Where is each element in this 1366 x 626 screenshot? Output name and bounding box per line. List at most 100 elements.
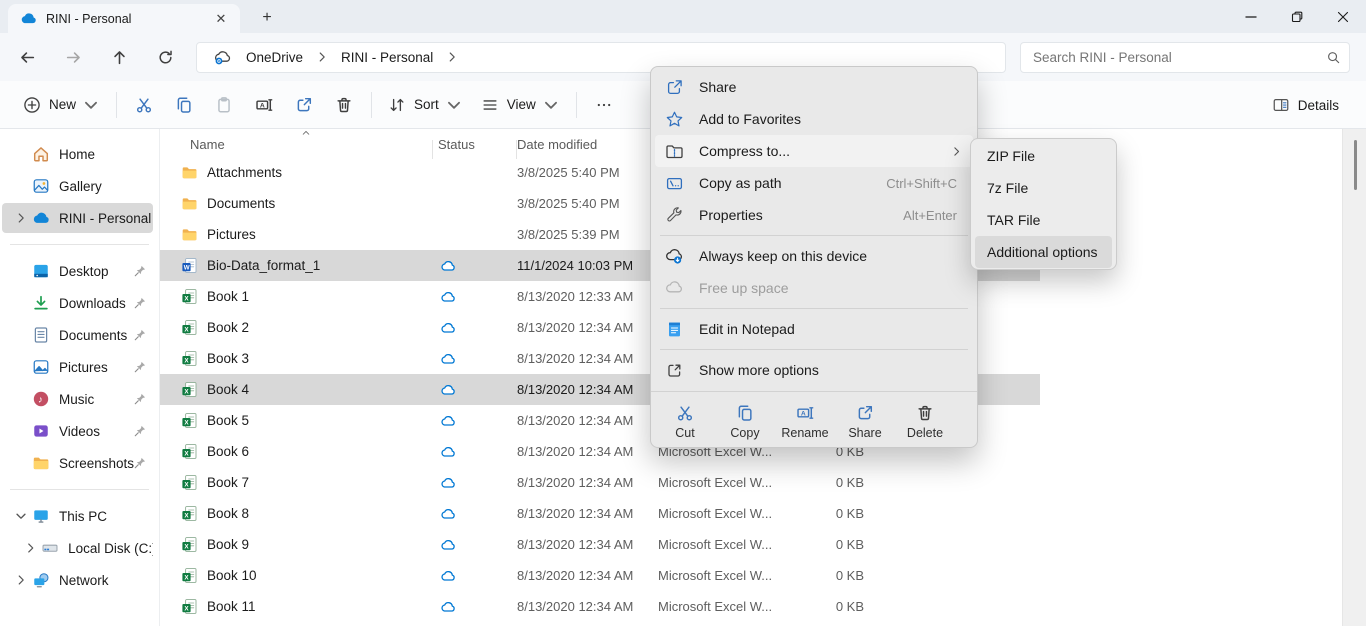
status-cell <box>433 219 517 250</box>
new-button[interactable]: New <box>14 88 109 122</box>
sort-button[interactable]: Sort <box>379 88 472 122</box>
chevron-right-icon[interactable] <box>20 541 41 555</box>
menu-item-edit-in-notepad[interactable]: Edit in Notepad <box>655 313 973 345</box>
close-button[interactable] <box>1320 0 1366 33</box>
forward-button[interactable] <box>56 40 90 74</box>
column-header-date-modified[interactable]: Date modified <box>517 137 658 152</box>
new-tab-button[interactable]: + <box>254 5 280 31</box>
sidebar-item-pictures[interactable]: Pictures <box>2 352 153 382</box>
submenu-item-7z-file[interactable]: 7z File <box>975 172 1112 204</box>
table-row[interactable]: X Book 7 8/13/2020 12:34 AM Microsoft Ex… <box>160 467 1040 498</box>
chevron-right-icon[interactable] <box>10 573 32 587</box>
menu-item-copy-as-path[interactable]: Copy as path Ctrl+Shift+C <box>655 167 973 199</box>
menu-item-show-more-options[interactable]: Show more options <box>655 354 973 386</box>
scrollbar-thumb[interactable] <box>1354 140 1357 190</box>
file-name: Book 1 <box>207 289 249 304</box>
sidebar-item-screenshots[interactable]: Screenshots <box>2 448 153 478</box>
cloud-status-icon <box>440 599 456 615</box>
maximize-button[interactable] <box>1274 0 1320 33</box>
chevron-icon[interactable] <box>10 264 32 278</box>
file-name: Attachments <box>207 165 282 180</box>
sidebar-item-desktop[interactable]: Desktop <box>2 256 153 286</box>
sort-icon <box>388 96 406 114</box>
cut-action-button[interactable]: Cut <box>655 396 715 447</box>
column-header-name[interactable]: Name <box>160 137 433 152</box>
onedrive-sync-icon <box>213 48 232 67</box>
table-row[interactable]: X Book 9 8/13/2020 12:34 AM Microsoft Ex… <box>160 529 1040 560</box>
menu-item-add-to-favorites[interactable]: Add to Favorites <box>655 103 973 135</box>
details-label: Details <box>1298 98 1339 113</box>
action-label: Cut <box>675 426 694 440</box>
breadcrumb-onedrive[interactable]: OneDrive <box>242 47 307 68</box>
sidebar-item-label: Local Disk (C:) <box>68 541 153 556</box>
back-button[interactable] <box>10 40 44 74</box>
table-row[interactable]: X Book 10 8/13/2020 12:34 AM Microsoft E… <box>160 560 1040 591</box>
excel-file-icon: X <box>181 381 198 398</box>
details-button[interactable]: Details <box>1263 88 1348 122</box>
explorer-tab[interactable]: RINI - Personal ✕ <box>8 4 240 33</box>
chevron-icon[interactable] <box>10 179 32 193</box>
submenu-item-zip-file[interactable]: ZIP File <box>975 140 1112 172</box>
sidebar-item-music[interactable]: ♪ Music <box>2 384 153 414</box>
rename-button[interactable]: A <box>244 88 284 122</box>
search-input[interactable] <box>1033 50 1326 65</box>
trash-icon <box>916 404 934 422</box>
menu-item-label: Edit in Notepad <box>699 321 957 337</box>
cut-button[interactable] <box>124 88 164 122</box>
search-box[interactable] <box>1020 42 1350 73</box>
table-row[interactable]: X Book 8 8/13/2020 12:34 AM Microsoft Ex… <box>160 498 1040 529</box>
chevron-right-icon[interactable] <box>10 211 32 225</box>
sidebar-item-home[interactable]: Home <box>2 139 153 169</box>
name-cell: X Book 9 <box>160 529 433 560</box>
chevron-right-icon[interactable] <box>315 50 329 64</box>
table-row[interactable]: X Book 11 8/13/2020 12:34 AM Microsoft E… <box>160 591 1040 622</box>
menu-item-always-keep-on-this-device[interactable]: Always keep on this device <box>655 240 973 272</box>
chevron-icon[interactable] <box>10 328 32 342</box>
submenu-item-additional-options[interactable]: Additional options <box>975 236 1112 268</box>
sidebar-item-downloads[interactable]: Downloads <box>2 288 153 318</box>
more-options-button[interactable] <box>584 88 624 122</box>
rename-action-button[interactable]: A Rename <box>775 396 835 447</box>
chevron-icon[interactable] <box>10 424 32 438</box>
sidebar-item-network[interactable]: Network <box>2 565 153 595</box>
submenu-item-tar-file[interactable]: TAR File <box>975 204 1112 236</box>
sidebar-item-local-disk-c-[interactable]: Local Disk (C:) <box>2 533 153 563</box>
folder-icon <box>32 454 50 472</box>
share-button[interactable] <box>284 88 324 122</box>
copy-action-button[interactable]: Copy <box>715 396 775 447</box>
chevron-icon[interactable] <box>10 147 32 161</box>
menu-item-properties[interactable]: Properties Alt+Enter <box>655 199 973 231</box>
menu-item-icon <box>665 110 684 129</box>
chevron-icon[interactable] <box>10 392 32 406</box>
chevron-icon[interactable] <box>10 456 32 470</box>
chevron-right-icon[interactable] <box>445 50 459 64</box>
menu-item-label: Add to Favorites <box>699 111 957 127</box>
share-action-button[interactable]: Share <box>835 396 895 447</box>
menu-item-share[interactable]: Share <box>655 71 973 103</box>
date-modified: 8/13/2020 12:34 AM <box>517 560 658 591</box>
copy-button[interactable] <box>164 88 204 122</box>
chevron-down-icon[interactable] <box>10 509 32 523</box>
sidebar-item-documents[interactable]: Documents <box>2 320 153 350</box>
breadcrumb-rini-personal[interactable]: RINI - Personal <box>337 47 437 68</box>
cloud-status-icon <box>440 413 456 429</box>
delete-button[interactable] <box>324 88 364 122</box>
folder-file-icon <box>181 195 198 212</box>
file-size: 0 KB <box>816 467 876 498</box>
chevron-icon[interactable] <box>10 296 32 310</box>
minimize-button[interactable] <box>1228 0 1274 33</box>
chevron-icon[interactable] <box>10 360 32 374</box>
delete-action-button[interactable]: Delete <box>895 396 955 447</box>
column-header-status[interactable]: Status <box>433 137 517 152</box>
vertical-scrollbar[interactable] <box>1342 129 1366 626</box>
sidebar-item-videos[interactable]: Videos <box>2 416 153 446</box>
svg-text:A: A <box>801 410 806 417</box>
sidebar-item-rini-personal[interactable]: RINI - Personal <box>2 203 153 233</box>
menu-item-compress-to-[interactable]: Compress to... <box>655 135 973 167</box>
tab-close-icon[interactable]: ✕ <box>210 8 232 30</box>
up-button[interactable] <box>102 40 136 74</box>
view-button[interactable]: View <box>472 88 569 122</box>
refresh-button[interactable] <box>148 40 182 74</box>
sidebar-item-this-pc[interactable]: This PC <box>2 501 153 531</box>
sidebar-item-gallery[interactable]: Gallery <box>2 171 153 201</box>
